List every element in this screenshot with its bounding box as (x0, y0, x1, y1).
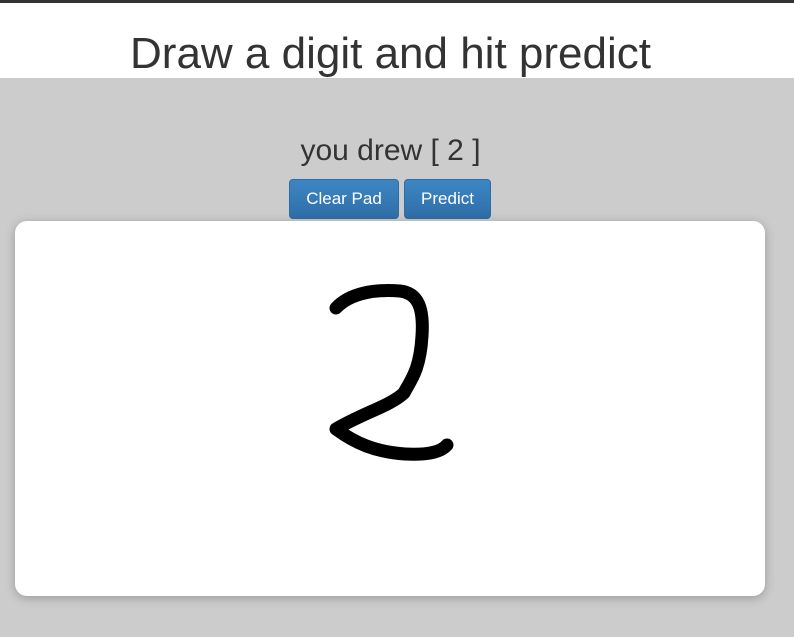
header: Draw a digit and hit predict (0, 3, 794, 78)
prediction-result: you drew [ 2 ] (300, 134, 481, 167)
predict-button[interactable]: Predict (404, 179, 491, 219)
handwritten-digit-stroke (329, 284, 454, 461)
clear-pad-button[interactable]: Clear Pad (289, 179, 399, 219)
page-title: Draw a digit and hit predict (130, 29, 651, 78)
drawing-surface[interactable] (15, 221, 765, 596)
drawing-canvas[interactable] (15, 221, 765, 596)
